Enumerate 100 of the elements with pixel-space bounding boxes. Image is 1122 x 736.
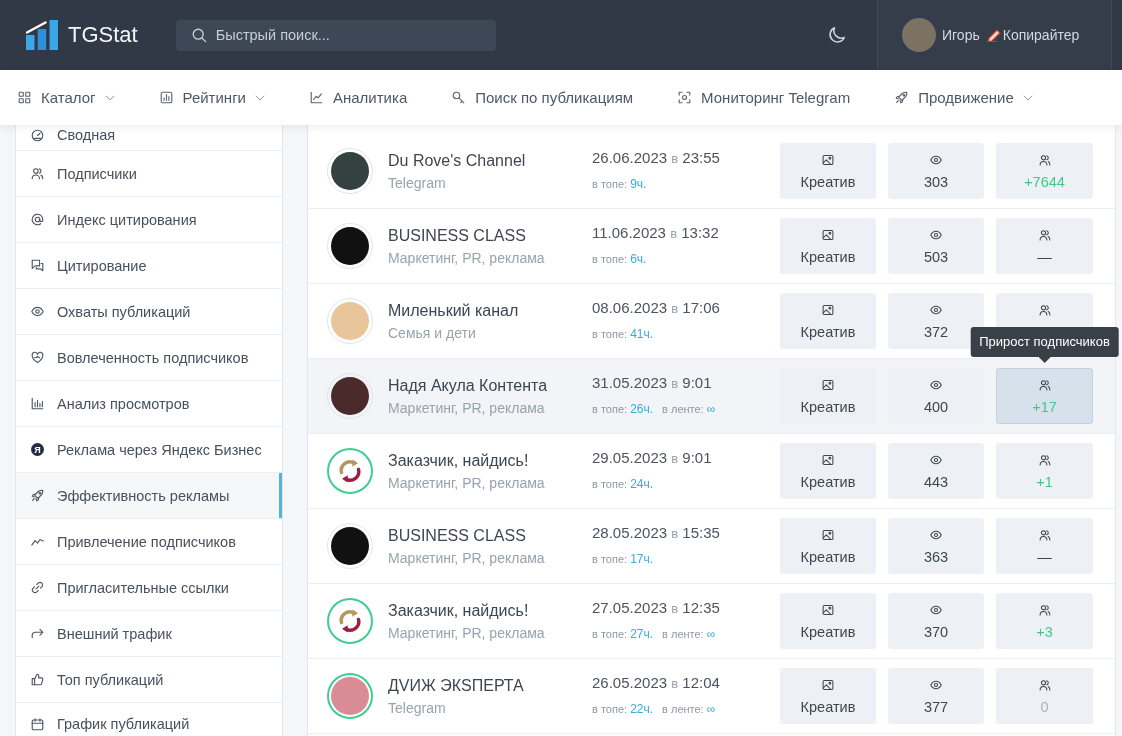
scan-icon <box>678 91 692 104</box>
creative-button[interactable]: Креатив <box>780 518 876 574</box>
theme-toggle[interactable] <box>828 26 846 44</box>
channel-name[interactable]: BUSINESS CLASS <box>388 225 592 246</box>
nav-link[interactable]: Рейтинги <box>159 89 265 106</box>
sidebar-item[interactable]: Цитирование <box>16 243 282 289</box>
sidebar-item[interactable]: Внешний трафик <box>16 611 282 657</box>
post-datetime: 11.06.2023 в 13:32 <box>592 224 720 243</box>
rocket-icon <box>895 91 909 104</box>
users-icon <box>1038 454 1051 466</box>
channel-name[interactable]: ДVИЖ ЭКSПЕРТА <box>388 675 592 696</box>
sidebar-item[interactable]: Пригласительные ссылки <box>16 565 282 611</box>
circular-arrows-icon <box>338 459 362 483</box>
post-stat: в ленте: ∞ <box>662 402 716 416</box>
post-stat: в топе: 22ч. <box>592 702 654 716</box>
sidebar-item[interactable]: Привлечение подписчиков <box>16 519 282 565</box>
image-icon <box>822 154 834 166</box>
post-datetime: 29.05.2023 в 9:01 <box>592 449 713 468</box>
sidebar-item[interactable]: Топ публикаций <box>16 657 282 703</box>
users-icon <box>31 167 44 180</box>
views-button[interactable]: 503 <box>888 218 984 274</box>
channel-category: Маркетинг, PR, реклама <box>388 398 546 417</box>
creative-button[interactable]: Креатив <box>780 593 876 649</box>
image-icon <box>822 529 834 541</box>
at-sign-icon <box>31 213 44 226</box>
channel-name[interactable]: Заказчик, найдись! <box>388 450 592 471</box>
sidebar-item[interactable]: Эффективность рекламы <box>16 473 282 519</box>
grid-icon <box>18 91 31 104</box>
post-datetime: 08.06.2023 в 17:06 <box>592 299 721 318</box>
post-datetime: 26.06.2023 в 23:55 <box>592 149 721 168</box>
creative-button[interactable]: Креатив <box>780 668 876 724</box>
subscribers-button[interactable]: — <box>996 518 1093 574</box>
post-stat: в топе: 17ч. <box>592 552 654 566</box>
search-icon <box>452 91 466 104</box>
user-menu[interactable]: Игорь Копирайтер <box>877 0 1112 70</box>
channel-category: Telegram <box>388 173 447 192</box>
nav-link[interactable]: Каталог <box>18 89 115 106</box>
sidebar-item[interactable]: Индекс цитирования <box>16 197 282 243</box>
views-button[interactable]: 303 <box>888 143 984 199</box>
views-button[interactable]: 377 <box>888 668 984 724</box>
views-button[interactable]: 363 <box>888 518 984 574</box>
image-icon <box>822 304 834 316</box>
image-icon <box>822 679 834 691</box>
channel-name[interactable]: Заказчик, найдись! <box>388 600 592 621</box>
nav-link[interactable]: Аналитика <box>310 89 408 106</box>
users-icon <box>1038 154 1051 166</box>
user-avatar <box>902 18 936 52</box>
post-stat: в топе: 9ч. <box>592 177 647 191</box>
eye-icon <box>930 304 942 316</box>
bar-chart-icon <box>159 91 173 104</box>
channel-name[interactable]: Миленький канал <box>388 300 592 321</box>
post-stat: в топе: 41ч. <box>592 327 654 341</box>
creative-button[interactable]: Креатив <box>780 218 876 274</box>
post-datetime: 27.05.2023 в 12:35 <box>592 599 721 618</box>
sidebar-item[interactable]: Анализ просмотров <box>16 381 282 427</box>
sidebar-item[interactable]: Подписчики <box>16 151 282 197</box>
channel-name[interactable]: BUSINESS CLASS <box>388 525 592 546</box>
sidebar-item[interactable]: График публикаций <box>16 703 282 736</box>
eye-icon <box>930 379 942 391</box>
views-button[interactable]: 443 <box>888 443 984 499</box>
channel-category: Маркетинг, PR, реклама <box>388 248 546 267</box>
post-datetime: 26.05.2023 в 12:04 <box>592 674 721 693</box>
creative-button[interactable]: Креатив <box>780 293 876 349</box>
calendar-icon <box>31 718 44 731</box>
eye-icon <box>31 305 44 318</box>
eye-icon <box>930 604 942 616</box>
gauge-icon <box>31 129 44 142</box>
letter-logo: Я <box>31 443 44 456</box>
sidebar-item[interactable]: Вовлеченность подписчиков <box>16 335 282 381</box>
chat-bubbles-icon <box>31 259 44 272</box>
home-logo-link[interactable]: TGStat <box>26 20 138 50</box>
creative-button[interactable]: Креатив <box>780 143 876 199</box>
creative-button[interactable]: Креатив <box>780 368 876 424</box>
link-icon <box>31 581 44 594</box>
post-datetime: 28.05.2023 в 15:35 <box>592 524 721 543</box>
views-button[interactable]: 400 <box>888 368 984 424</box>
image-icon <box>822 454 834 466</box>
channel-name[interactable]: Надя Акула Контента <box>388 375 592 396</box>
subscribers-button[interactable]: — <box>996 218 1093 274</box>
creative-button[interactable]: Креатив <box>780 443 876 499</box>
channel-category: Маркетинг, PR, реклама <box>388 623 546 642</box>
nav-link[interactable]: Мониторинг Telegram <box>678 89 851 106</box>
users-icon <box>1038 379 1051 391</box>
nav-link[interactable]: Продвижение <box>895 89 1033 106</box>
channel-name[interactable]: Du Rove's Channel <box>388 150 592 171</box>
views-button[interactable]: 370 <box>888 593 984 649</box>
tooltip: Прирост подписчиков <box>970 327 1119 363</box>
sidebar-item[interactable]: Охваты публикаций <box>16 289 282 335</box>
moon-icon <box>828 26 846 44</box>
thumbs-up-icon <box>31 673 44 686</box>
image-icon <box>822 379 834 391</box>
post-stat: в топе: 26ч. <box>592 402 654 416</box>
heart-icon <box>31 351 44 364</box>
nav-link[interactable]: Поиск по публикациям <box>452 89 634 106</box>
sidebar-item[interactable]: Сводная <box>16 125 282 151</box>
search-field[interactable]: Быстрый поиск... <box>175 19 496 51</box>
eye-icon <box>930 229 942 241</box>
users-icon <box>1038 229 1051 241</box>
users-icon <box>1038 304 1051 316</box>
channel-category: Маркетинг, PR, реклама <box>388 473 546 492</box>
